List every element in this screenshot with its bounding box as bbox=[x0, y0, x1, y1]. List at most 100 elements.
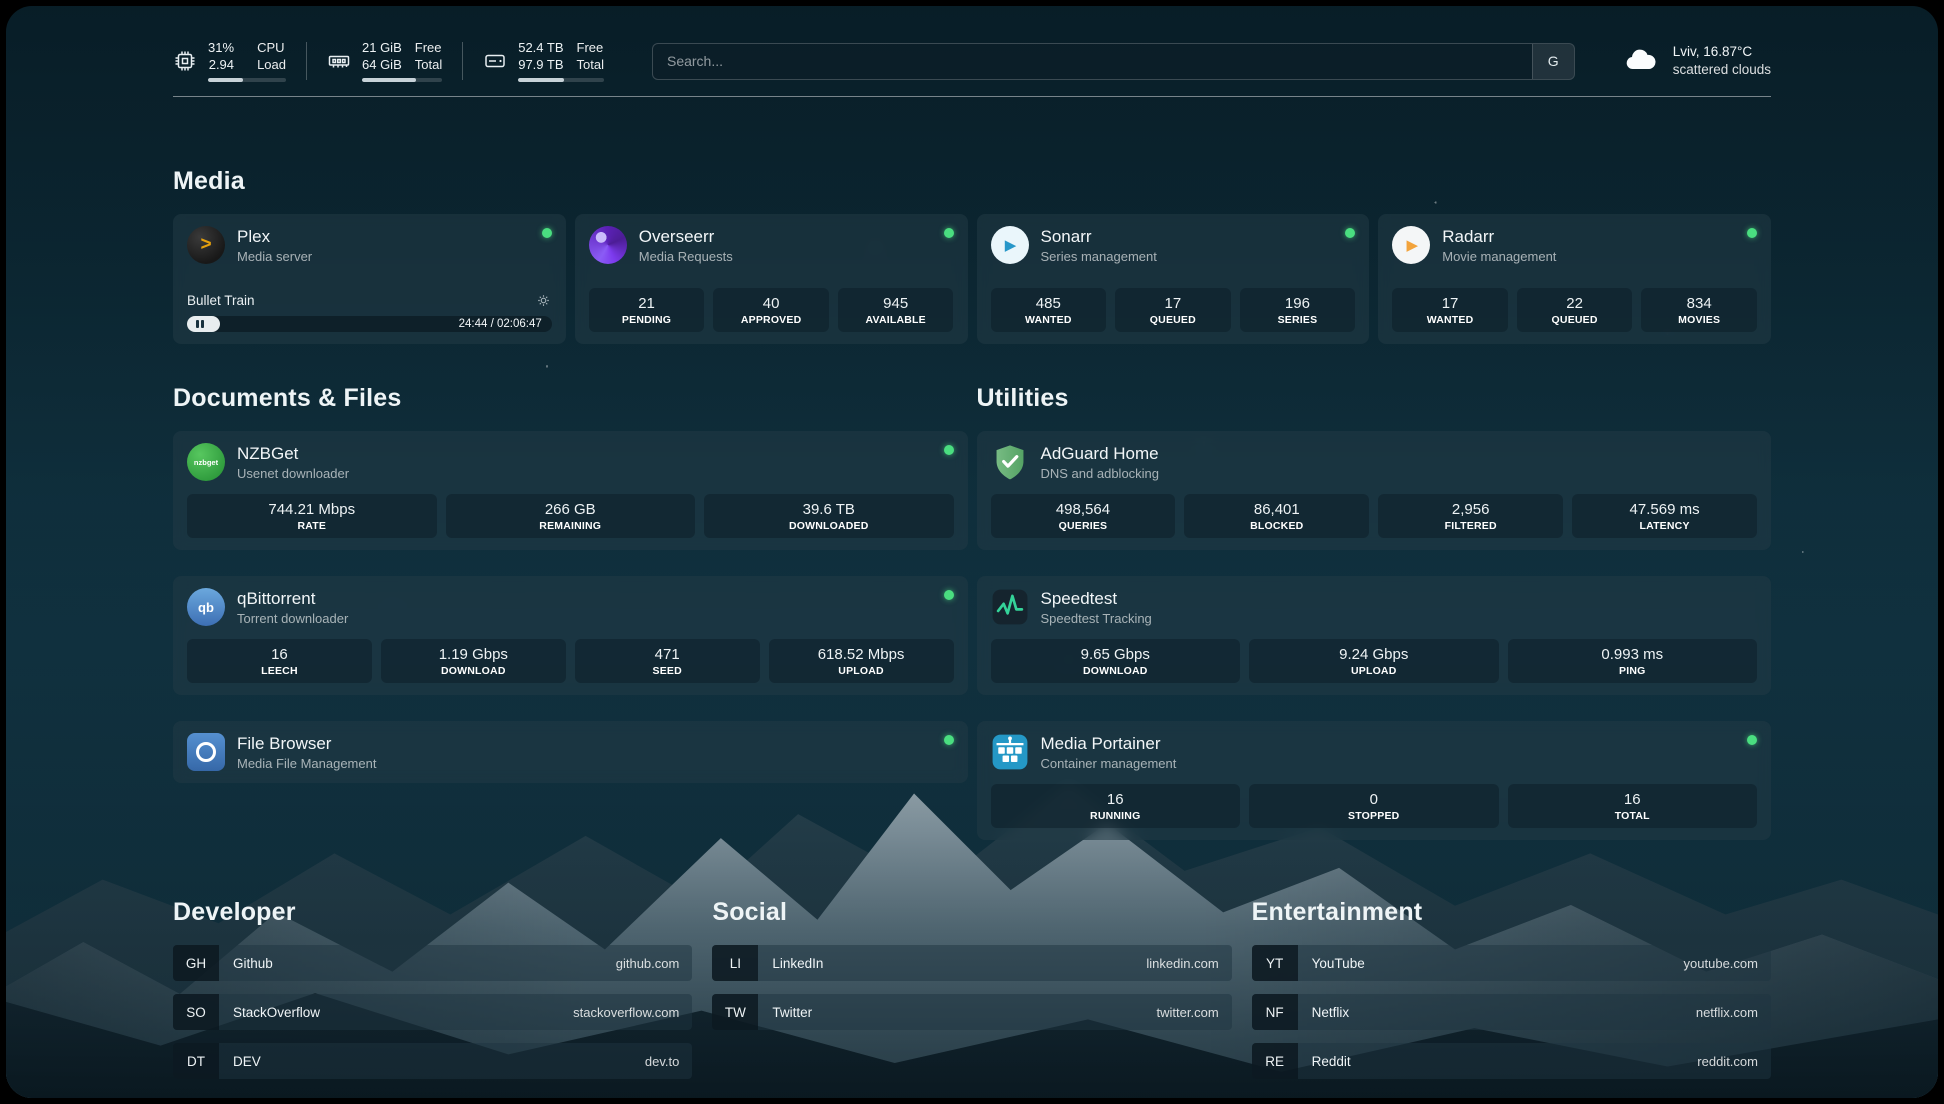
memory-free-value: 21 GiB bbox=[362, 40, 402, 57]
bookmark-url: stackoverflow.com bbox=[573, 1005, 679, 1020]
overseerr-icon bbox=[589, 226, 627, 264]
stat-queued: 17QUEUED bbox=[1115, 288, 1231, 332]
bookmark-abbr: RE bbox=[1252, 1043, 1298, 1079]
bookmark-abbr: SO bbox=[173, 994, 219, 1030]
stat-value: 47.569 ms bbox=[1576, 501, 1753, 518]
disk-free-label: Free bbox=[577, 40, 604, 57]
stat-label: QUERIES bbox=[995, 520, 1172, 532]
service-card-overseerr[interactable]: Overseerr Media Requests 21PENDING 40APP… bbox=[575, 214, 968, 344]
bookmark-youtube[interactable]: YT YouTube youtube.com bbox=[1252, 945, 1771, 981]
bookmark-url: netflix.com bbox=[1696, 1005, 1758, 1020]
service-card-radarr[interactable]: ▶ Radarr Movie management 17WANTED 22QUE… bbox=[1378, 214, 1771, 344]
service-name: Overseerr bbox=[639, 227, 733, 247]
stat-value: 618.52 Mbps bbox=[773, 646, 950, 663]
stat-value: 834 bbox=[1645, 295, 1753, 312]
memory-icon bbox=[327, 49, 351, 73]
cpu-widget-body: 31% 2.94 CPU Load bbox=[208, 40, 286, 82]
topbar: 31% 2.94 CPU Load bbox=[173, 42, 1771, 80]
service-card-nzbget[interactable]: nzbget NZBGet Usenet downloader 744.21 M… bbox=[173, 431, 968, 550]
stat-label: FILTERED bbox=[1382, 520, 1559, 532]
bookmark-reddit[interactable]: RE Reddit reddit.com bbox=[1252, 1043, 1771, 1079]
status-dot-online bbox=[542, 228, 552, 238]
stat-remaining: 266 GBREMAINING bbox=[446, 494, 696, 538]
bookmark-stackoverflow[interactable]: SO StackOverflow stackoverflow.com bbox=[173, 994, 692, 1030]
service-name: qBittorrent bbox=[237, 589, 348, 609]
memory-progress-bar bbox=[362, 78, 442, 82]
service-name: AdGuard Home bbox=[1041, 444, 1160, 464]
plex-now-playing: Bullet Train 24:44 / 02:06:47 bbox=[187, 292, 552, 332]
service-name: Media Portainer bbox=[1041, 734, 1177, 754]
stat-approved: 40APPROVED bbox=[713, 288, 829, 332]
disk-free-value: 52.4 TB bbox=[518, 40, 563, 57]
section-title-social: Social bbox=[712, 898, 1231, 927]
stat-label: DOWNLOAD bbox=[385, 665, 562, 677]
stat-download: 9.65 GbpsDOWNLOAD bbox=[991, 639, 1241, 683]
memory-progress-fill bbox=[362, 78, 416, 82]
weather-location: Lviv, 16.87°C bbox=[1673, 43, 1771, 61]
stat-label: DOWNLOAD bbox=[995, 665, 1237, 677]
bookmark-abbr: LI bbox=[712, 945, 758, 981]
cpu-load-value: 2.94 bbox=[209, 57, 234, 74]
stat-pending: 21PENDING bbox=[589, 288, 705, 332]
stat-ping: 0.993 msPING bbox=[1508, 639, 1758, 683]
service-desc: Movie management bbox=[1442, 249, 1556, 264]
service-desc: Series management bbox=[1041, 249, 1157, 264]
adguard-shield-icon bbox=[991, 443, 1029, 481]
stat-download: 1.19 Gbps DOWNLOAD bbox=[381, 639, 566, 683]
disk-widget: 52.4 TB 97.9 TB Free Total bbox=[483, 42, 624, 80]
service-name: NZBGet bbox=[237, 444, 349, 464]
gear-icon[interactable] bbox=[535, 292, 552, 309]
stat-label: QUEUED bbox=[1521, 314, 1629, 326]
pause-icon bbox=[196, 320, 204, 328]
service-card-filebrowser[interactable]: File Browser Media File Management bbox=[173, 721, 968, 783]
stat-label: WANTED bbox=[1396, 314, 1504, 326]
stat-wanted: 485 WANTED bbox=[991, 288, 1107, 332]
service-desc: Container management bbox=[1041, 756, 1177, 771]
stat-value: 471 bbox=[579, 646, 756, 663]
bookmark-twitter[interactable]: TW Twitter twitter.com bbox=[712, 994, 1231, 1030]
bookmark-github[interactable]: GH Github github.com bbox=[173, 945, 692, 981]
bookmark-name: DEV bbox=[233, 1054, 261, 1069]
service-desc: Media server bbox=[237, 249, 312, 264]
bookmark-name: StackOverflow bbox=[233, 1005, 320, 1020]
stat-value: 945 bbox=[842, 295, 950, 312]
bookmark-url: reddit.com bbox=[1697, 1054, 1758, 1069]
bookmark-name: YouTube bbox=[1312, 956, 1365, 971]
service-card-sonarr[interactable]: ▶ Sonarr Series management 485WANTED 17Q… bbox=[977, 214, 1370, 344]
weather-widget: Lviv, 16.87°C scattered clouds bbox=[1619, 43, 1771, 79]
memory-total-value: 64 GiB bbox=[362, 57, 402, 74]
bookmark-netflix[interactable]: NF Netflix netflix.com bbox=[1252, 994, 1771, 1030]
service-card-speedtest[interactable]: Speedtest Speedtest Tracking 9.65 GbpsDO… bbox=[977, 576, 1772, 695]
bookmark-dev[interactable]: DT DEV dev.to bbox=[173, 1043, 692, 1079]
stat-value: 498,564 bbox=[995, 501, 1172, 518]
service-card-qbittorrent[interactable]: qb qBittorrent Torrent downloader 16LEEC… bbox=[173, 576, 968, 695]
service-name: Radarr bbox=[1442, 227, 1556, 247]
section-media: Media > Plex Media server Bullet Train bbox=[173, 167, 1771, 344]
service-card-portainer[interactable]: Media Portainer Container management 16R… bbox=[977, 721, 1772, 840]
stat-blocked: 86,401BLOCKED bbox=[1184, 494, 1369, 538]
plex-icon: > bbox=[187, 226, 225, 264]
stat-value: 485 bbox=[995, 295, 1103, 312]
search-provider-button[interactable]: G bbox=[1532, 44, 1574, 79]
section-title-media: Media bbox=[173, 167, 1771, 196]
stat-label: LATENCY bbox=[1576, 520, 1753, 532]
cpu-progress-bar bbox=[208, 78, 286, 82]
nzbget-icon: nzbget bbox=[187, 443, 225, 481]
stat-value: 39.6 TB bbox=[708, 501, 950, 518]
section-title-utilities: Utilities bbox=[977, 384, 1772, 413]
stat-label: WANTED bbox=[995, 314, 1103, 326]
stat-value: 196 bbox=[1244, 295, 1352, 312]
bookmark-linkedin[interactable]: LI LinkedIn linkedin.com bbox=[712, 945, 1231, 981]
media-card-grid: > Plex Media server Bullet Train bbox=[173, 214, 1771, 344]
search-input[interactable] bbox=[652, 43, 1575, 80]
stat-value: 1.19 Gbps bbox=[385, 646, 562, 663]
stat-label: AVAILABLE bbox=[842, 314, 950, 326]
disk-widget-body: 52.4 TB 97.9 TB Free Total bbox=[518, 40, 604, 82]
service-card-adguard[interactable]: AdGuard Home DNS and adblocking 498,564Q… bbox=[977, 431, 1772, 550]
stat-value: 17 bbox=[1119, 295, 1227, 312]
stat-value: 86,401 bbox=[1188, 501, 1365, 518]
stat-movies: 834MOVIES bbox=[1641, 288, 1757, 332]
service-card-plex[interactable]: > Plex Media server Bullet Train bbox=[173, 214, 566, 344]
stat-rate: 744.21 MbpsRATE bbox=[187, 494, 437, 538]
cloud-icon bbox=[1619, 45, 1661, 77]
